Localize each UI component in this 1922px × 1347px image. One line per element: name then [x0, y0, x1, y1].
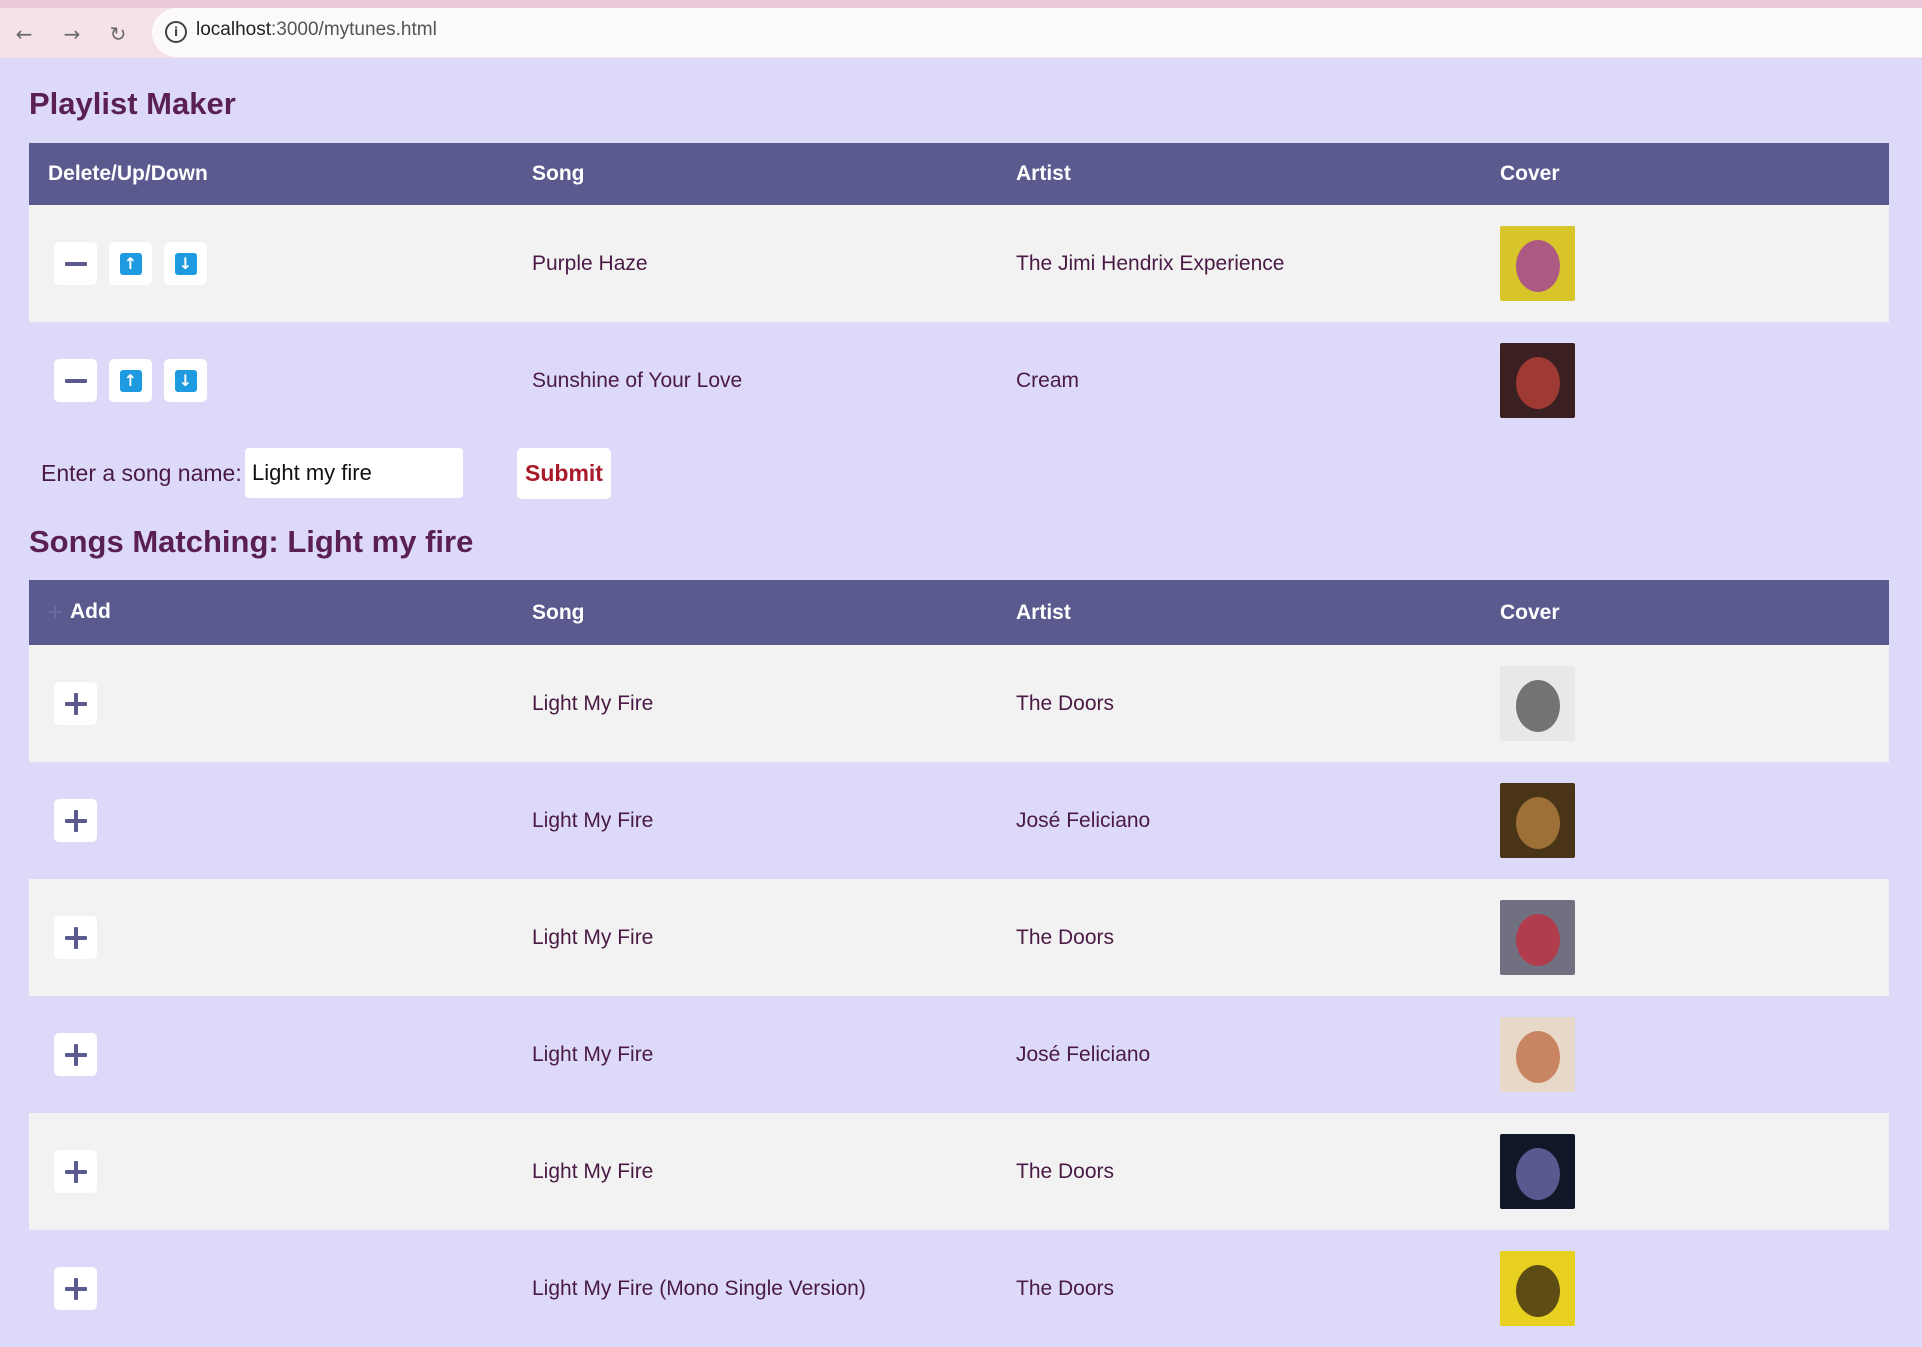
cover-cell	[1481, 322, 1889, 439]
reload-icon[interactable]: ↻	[102, 18, 134, 50]
back-arrow-icon[interactable]: ←	[8, 18, 40, 50]
move-up-button[interactable]: ↑	[109, 359, 152, 402]
results-table: Add Song Artist Cover Light My Fire The D…	[29, 580, 1889, 1347]
results-title: Songs Matching: Light my fire	[29, 524, 474, 559]
plus-icon	[64, 926, 87, 949]
site-info-icon[interactable]: i	[165, 21, 187, 43]
playlist-row: ↑ ↓ Purple Haze The Jimi Hendrix Experience	[29, 205, 1889, 322]
artist-cell: The Doors	[997, 645, 1481, 762]
arrow-up-icon: ↑	[119, 369, 142, 392]
search-form: Enter a song name: Submit	[29, 448, 829, 500]
move-down-button[interactable]: ↓	[164, 359, 207, 402]
plus-icon	[64, 1160, 87, 1183]
cover-cell	[1481, 1113, 1889, 1230]
header-add-label: Add	[70, 600, 111, 623]
song-cell: Light My Fire	[513, 762, 997, 879]
row-actions	[29, 1113, 513, 1230]
cover-cell	[1481, 996, 1889, 1113]
page-title: Playlist Maker	[29, 86, 236, 121]
artist-cell: Cream	[997, 322, 1481, 439]
arrow-down-icon: ↓	[174, 252, 197, 275]
header-song: Song	[513, 580, 997, 645]
header-song: Song	[513, 143, 997, 205]
add-button[interactable]	[54, 916, 97, 959]
plus-icon	[48, 605, 62, 619]
album-cover-image	[1500, 666, 1575, 741]
arrow-up-icon: ↑	[119, 252, 142, 275]
result-row: Light My Fire José Feliciano	[29, 996, 1889, 1113]
row-actions	[29, 1230, 513, 1347]
album-cover-image	[1500, 900, 1575, 975]
add-button[interactable]	[54, 1033, 97, 1076]
add-button[interactable]	[54, 1267, 97, 1310]
minus-icon	[64, 261, 87, 266]
song-cell: Purple Haze	[513, 205, 997, 322]
url-path: :3000/mytunes.html	[271, 19, 437, 40]
header-cover: Cover	[1481, 143, 1889, 205]
album-cover-image	[1500, 1134, 1575, 1209]
plus-icon	[64, 809, 87, 832]
artist-cell: José Feliciano	[997, 762, 1481, 879]
cover-cell	[1481, 879, 1889, 996]
forward-arrow-icon[interactable]: →	[56, 18, 88, 50]
album-cover-image	[1500, 1017, 1575, 1092]
browser-toolbar: ← → ↻ i localhost:3000/mytunes.html	[0, 0, 1922, 58]
header-add: Add	[29, 580, 513, 645]
header-artist: Artist	[997, 143, 1481, 205]
playlist-table: Delete/Up/Down Song Artist Cover ↑ ↓ Purpl…	[29, 143, 1889, 439]
song-name-input[interactable]	[245, 448, 463, 498]
url-host: localhost	[196, 19, 271, 40]
artist-cell: The Doors	[997, 1230, 1481, 1347]
result-row: Light My Fire The Doors	[29, 879, 1889, 996]
playlist-row: ↑ ↓ Sunshine of Your Love Cream	[29, 322, 1889, 439]
submit-button[interactable]: Submit	[517, 448, 611, 499]
album-cover-image	[1500, 343, 1575, 418]
add-button[interactable]	[54, 799, 97, 842]
arrow-down-icon: ↓	[174, 369, 197, 392]
header-artist: Artist	[997, 580, 1481, 645]
artist-cell: The Jimi Hendrix Experience	[997, 205, 1481, 322]
url-text: localhost:3000/mytunes.html	[196, 19, 437, 41]
row-actions	[29, 879, 513, 996]
move-down-button[interactable]: ↓	[164, 242, 207, 285]
row-actions	[29, 996, 513, 1113]
result-row: Light My Fire (Mono Single Version) The D…	[29, 1230, 1889, 1347]
result-row: Light My Fire José Feliciano	[29, 762, 1889, 879]
address-bar[interactable]: i localhost:3000/mytunes.html	[152, 8, 1922, 57]
move-up-button[interactable]: ↑	[109, 242, 152, 285]
plus-icon	[64, 1277, 87, 1300]
add-button[interactable]	[54, 682, 97, 725]
search-label: Enter a song name:	[41, 460, 242, 486]
song-cell: Light My Fire	[513, 996, 997, 1113]
song-cell: Light My Fire	[513, 1113, 997, 1230]
song-cell: Light My Fire	[513, 645, 997, 762]
album-cover-image	[1500, 1251, 1575, 1326]
artist-cell: The Doors	[997, 1113, 1481, 1230]
header-cover: Cover	[1481, 580, 1889, 645]
artist-cell: The Doors	[997, 879, 1481, 996]
album-cover-image	[1500, 783, 1575, 858]
artist-cell: José Feliciano	[997, 996, 1481, 1113]
song-cell: Light My Fire	[513, 879, 997, 996]
cover-cell	[1481, 205, 1889, 322]
result-row: Light My Fire The Doors	[29, 645, 1889, 762]
row-actions	[29, 762, 513, 879]
row-actions: ↑ ↓	[29, 322, 513, 439]
cover-cell	[1481, 645, 1889, 762]
cover-cell	[1481, 1230, 1889, 1347]
result-row: Light My Fire The Doors	[29, 1113, 1889, 1230]
delete-button[interactable]	[54, 242, 97, 285]
delete-button[interactable]	[54, 359, 97, 402]
row-actions: ↑ ↓	[29, 205, 513, 322]
minus-icon	[64, 378, 87, 383]
plus-icon	[64, 692, 87, 715]
add-button[interactable]	[54, 1150, 97, 1193]
album-cover-image	[1500, 226, 1575, 301]
song-cell: Light My Fire (Mono Single Version)	[513, 1230, 997, 1347]
row-actions	[29, 645, 513, 762]
cover-cell	[1481, 762, 1889, 879]
header-delete-up-down: Delete/Up/Down	[29, 143, 513, 205]
song-cell: Sunshine of Your Love	[513, 322, 997, 439]
plus-icon	[64, 1043, 87, 1066]
